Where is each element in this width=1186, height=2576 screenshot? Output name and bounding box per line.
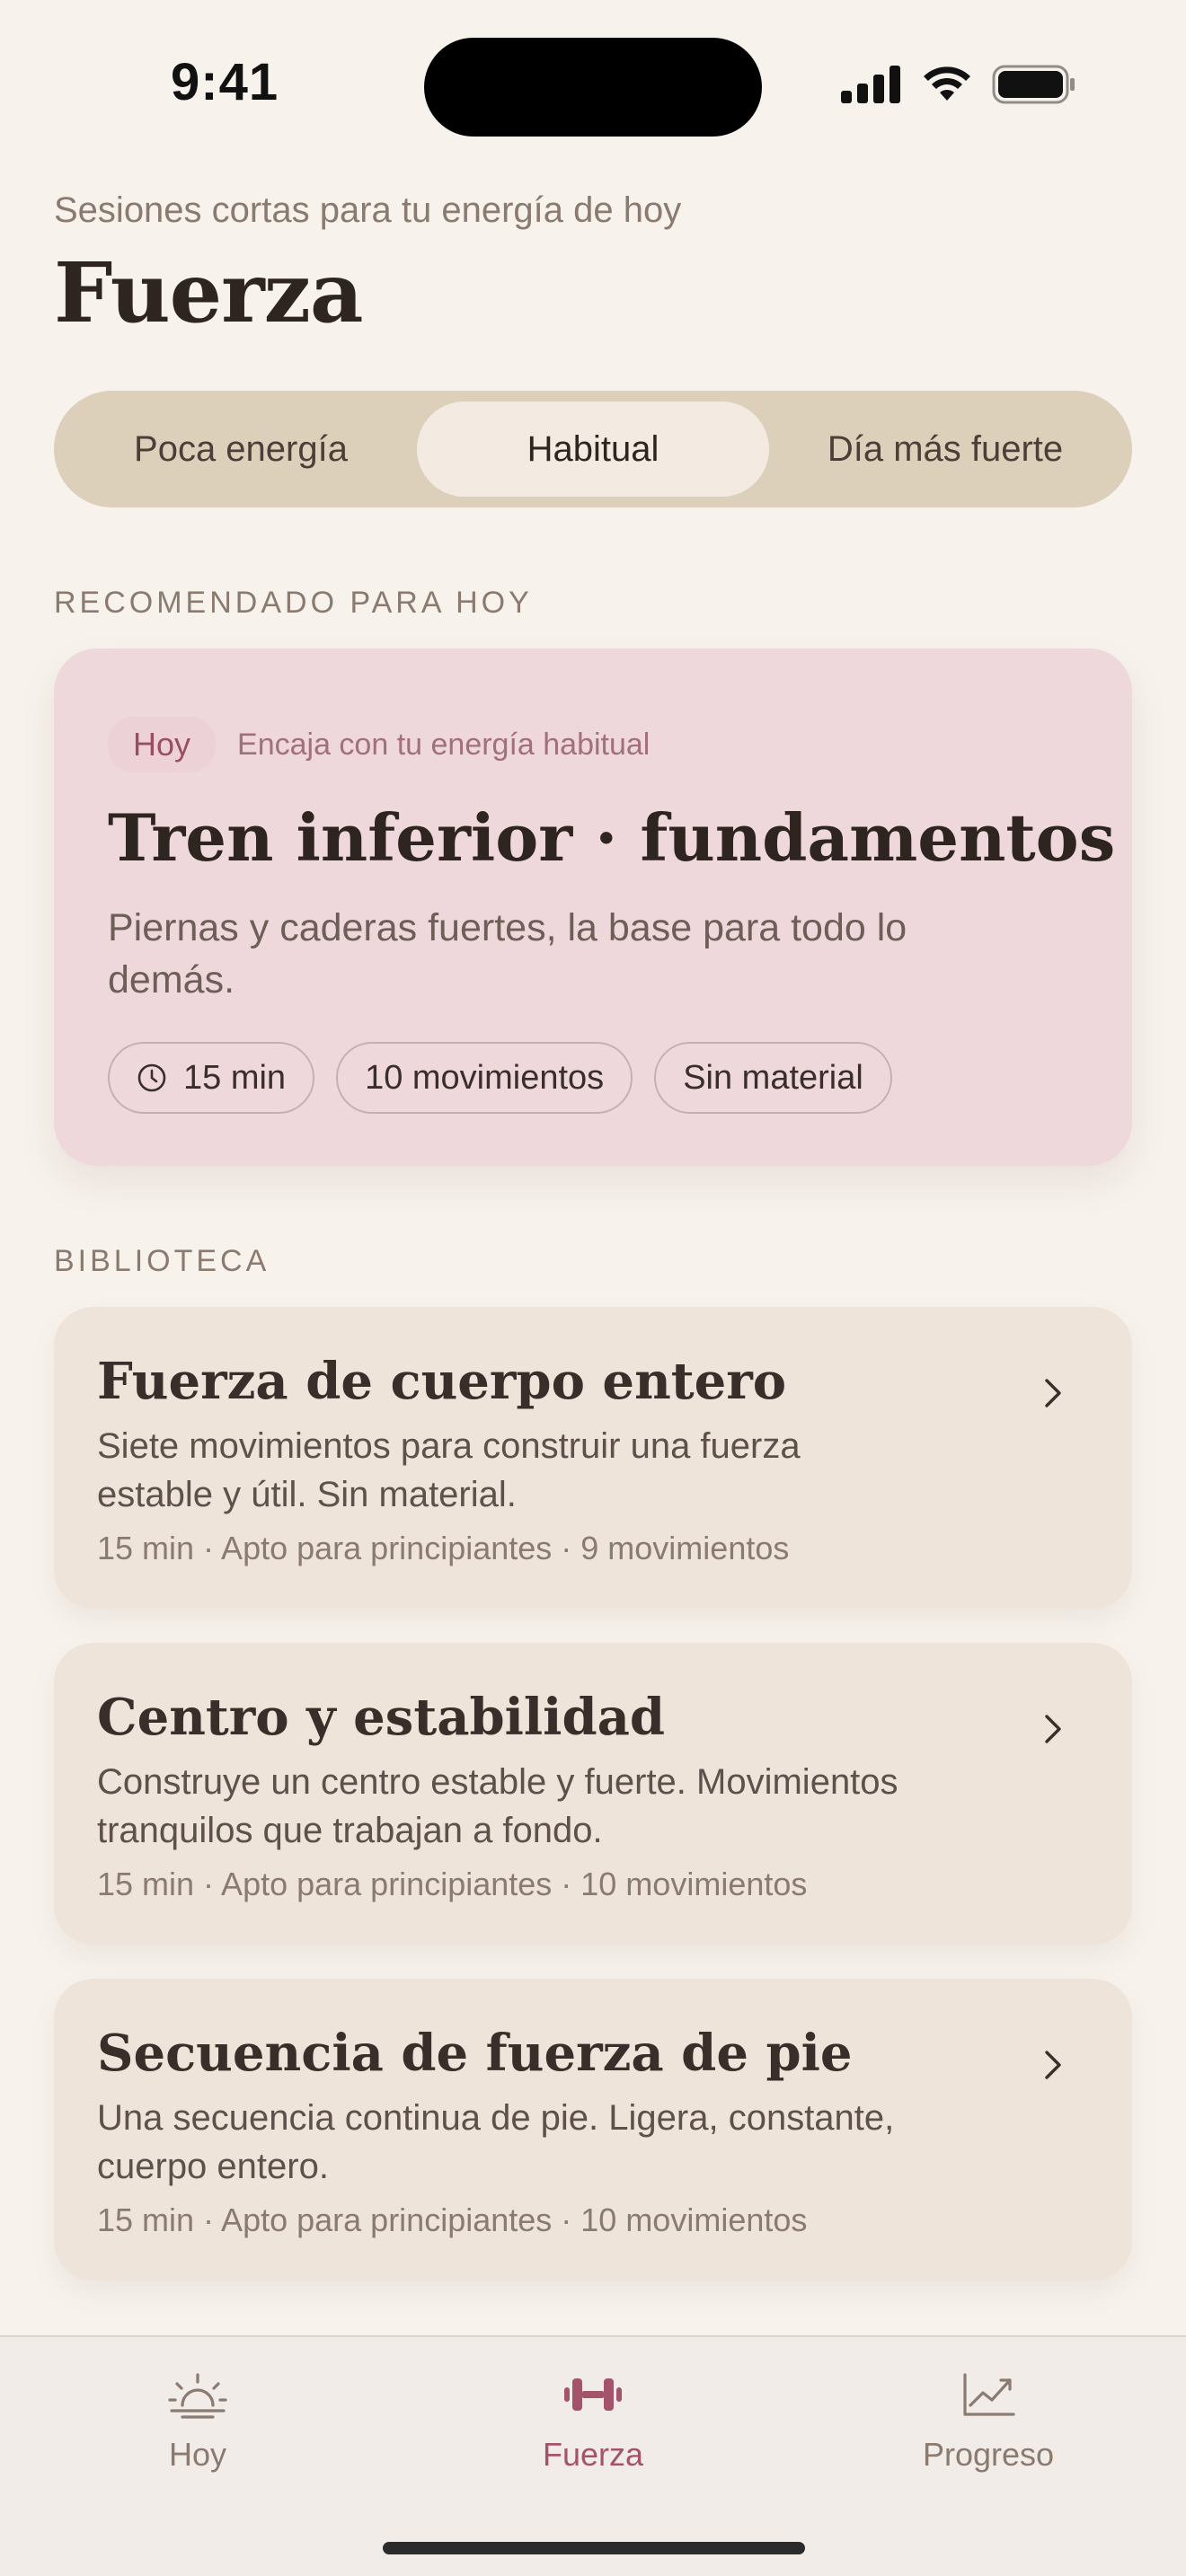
library-card-title: Centro y estabilidad (97, 1688, 666, 1747)
library-card-meta: 15 min · Apto para principiantes · 10 mo… (97, 1866, 808, 1902)
recommended-section-label: RECOMENDADO PARA HOY (54, 586, 533, 620)
library-card-meta: 15 min · Apto para principiantes · 10 mo… (97, 2201, 808, 2238)
library-card-description: Siete movimientos para construir una fue… (97, 1426, 801, 1514)
library-card-meta: 15 min · Apto para principiantes · 9 mov… (97, 1530, 790, 1566)
tab-progreso[interactable]: Progreso (881, 2368, 1096, 2474)
tab-fuerza[interactable]: Fuerza (485, 2368, 701, 2474)
segment-poca-energia[interactable]: Poca energía (65, 401, 417, 497)
library-card-title: Fuerza de cuerpo entero (97, 1352, 787, 1411)
today-badge: Hoy (108, 717, 217, 772)
dynamic-island (424, 38, 762, 137)
segment-dia-mas-fuerte[interactable]: Día más fuerte (769, 401, 1121, 497)
chevron-right-icon (1045, 2051, 1061, 2079)
library-card-core[interactable]: Centro y estabilidad Construye un centro… (54, 1643, 1132, 1945)
chevron-right-icon (1045, 1715, 1061, 1743)
library-card-full-body[interactable]: Fuerza de cuerpo entero Siete movimiento… (54, 1307, 1132, 1609)
equipment-chip: Sin material (654, 1042, 892, 1114)
hero-session-description: Piernas y caderas fuertes, la base para … (108, 906, 907, 1001)
status-icons (841, 65, 1076, 104)
tab-label-fuerza: Fuerza (542, 2436, 644, 2473)
home-indicator (383, 2542, 805, 2554)
tab-label-progreso: Progreso (922, 2436, 1055, 2473)
tab-label-hoy: Hoy (168, 2436, 227, 2473)
library-section-label: BIBLIOTECA (54, 1244, 270, 1278)
battery-icon (992, 65, 1075, 104)
segment-habitual[interactable]: Habitual (417, 401, 769, 497)
chevron-right-icon (1045, 1379, 1061, 1407)
hero-chip-row: 15 min 10 movimientos Sin material (108, 1042, 892, 1114)
page-title: Fuerza (54, 244, 363, 341)
duration-chip: 15 min (108, 1042, 315, 1114)
energy-segmented-control: Poca energía Habitual Día más fuerte (54, 391, 1132, 507)
hero-session-title: Tren inferior · fundamentos (108, 799, 1116, 876)
cellular-signal-icon (841, 66, 900, 103)
page-subtitle: Sesiones cortas para tu energía de hoy (54, 190, 682, 230)
clock-icon (137, 1063, 166, 1092)
chart-trend-icon (963, 2373, 1015, 2416)
energy-match-note: Encaja con tu energía habitual (237, 727, 651, 762)
movements-chip: 10 movimientos (336, 1042, 633, 1114)
equipment-chip-label: Sin material (683, 1058, 863, 1097)
status-bar: 9:41 (0, 0, 1186, 171)
recommended-session-card[interactable]: Hoy Encaja con tu energía habitual Tren … (54, 648, 1132, 1166)
movements-chip-label: 10 movimientos (365, 1058, 605, 1097)
status-time: 9:41 (171, 53, 279, 111)
hero-tag-row: Hoy Encaja con tu energía habitual (108, 717, 650, 772)
library-card-title: Secuencia de fuerza de pie (97, 2024, 853, 2083)
tab-bar: Hoy Fuerza Progreso (0, 2335, 1186, 2576)
sunrise-icon (168, 2373, 227, 2419)
library-card-standing[interactable]: Secuencia de fuerza de pie Una secuencia… (54, 1979, 1132, 2280)
library-card-description: Construye un centro estable y fuerte. Mo… (97, 1762, 898, 1850)
duration-chip-label: 15 min (183, 1058, 287, 1097)
library-card-description: Una secuencia continua de pie. Ligera, c… (97, 2098, 895, 2186)
dumbbell-icon (564, 2378, 622, 2411)
wifi-icon (924, 66, 970, 101)
tab-hoy[interactable]: Hoy (90, 2368, 305, 2474)
